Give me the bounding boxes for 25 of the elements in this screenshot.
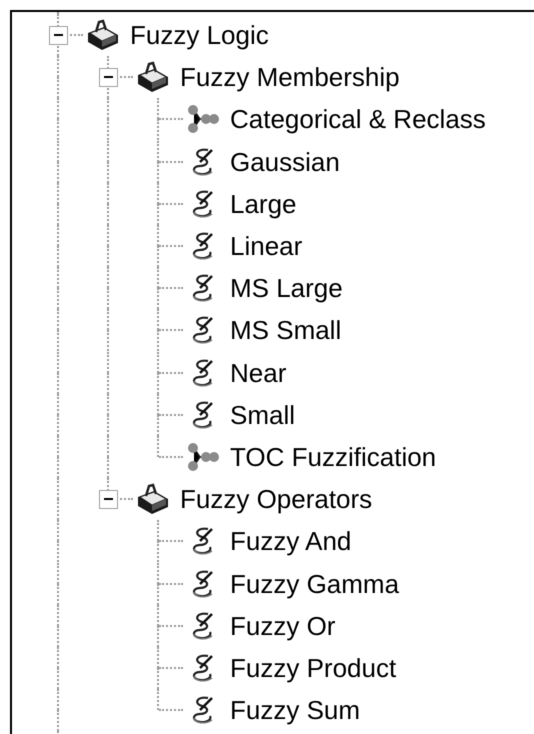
tree-node-label[interactable]: Categorical & Reclass [230, 106, 486, 132]
tree-node-label[interactable]: Fuzzy Gamma [230, 570, 400, 597]
collapse-toggle[interactable] [98, 490, 118, 509]
tree-node-label[interactable]: Fuzzy Or [230, 612, 336, 639]
tree-node-label[interactable]: Fuzzy Operators [180, 486, 372, 512]
tree-node-label[interactable]: TOC Fuzzification [230, 444, 436, 470]
tree-node-label[interactable]: Fuzzy Membership [180, 64, 400, 90]
tree-node-label[interactable]: Gaussian [230, 148, 340, 175]
collapse-toggle[interactable] [48, 26, 68, 45]
tree-node-label[interactable]: MS Large [230, 275, 343, 302]
tree-node-label[interactable]: Small [230, 402, 296, 428]
model-icon [186, 440, 220, 473]
tree-node-label[interactable]: Near [230, 360, 286, 386]
tree-node-label[interactable]: Large [230, 190, 296, 217]
tree-node-label[interactable]: Linear [230, 233, 302, 260]
tree-node-label[interactable]: Fuzzy And [230, 528, 352, 554]
tree-node-label[interactable]: Fuzzy Logic [130, 22, 269, 48]
toolbox-icon [136, 61, 170, 94]
tree-node-label[interactable]: MS Small [230, 317, 342, 344]
tree-node-label[interactable]: Fuzzy Sum [230, 697, 360, 724]
toolbox-icon [136, 483, 170, 516]
collapse-toggle[interactable] [98, 68, 118, 87]
tree-node-label[interactable]: Fuzzy Product [230, 654, 396, 681]
toolbox-icon [86, 19, 120, 52]
model-icon [186, 103, 220, 136]
